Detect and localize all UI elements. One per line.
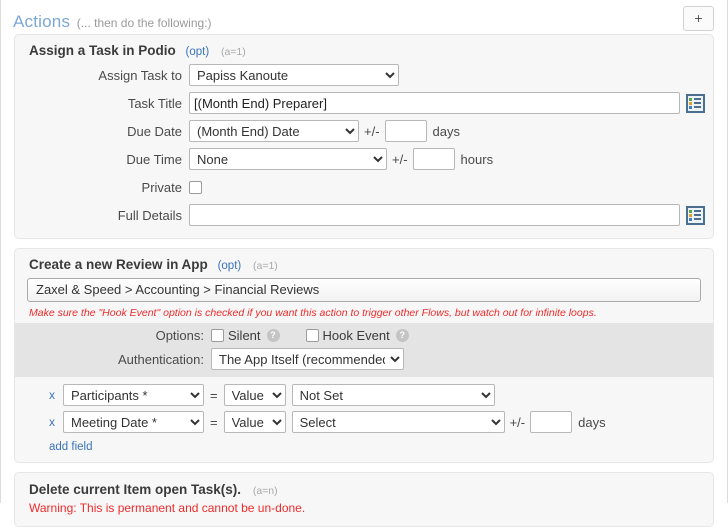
panel-assign-task-in-podio: Assign a Task in Podio (opt) (a=1) Assig… [14,34,714,239]
table-row: x Participants * = Value Not Set [15,384,713,411]
mapping-operator-select[interactable]: Value [223,411,286,433]
label-due-time: Due Time [126,151,182,167]
silent-checkbox[interactable] [211,329,224,342]
remove-field-icon[interactable]: x [49,415,57,429]
private-checkbox[interactable] [189,180,202,194]
panel-title-delete-tasks: Delete current Item open Task(s). (a=n) [15,473,713,499]
mapping-value-select[interactable]: Not Set [291,384,495,406]
mapping-field-select[interactable]: Meeting Date * [63,411,204,433]
mapping-field-select[interactable]: Participants * [63,384,204,406]
page-subtitle: (... then do the following:) [76,16,212,30]
page-title: Actions [13,12,71,31]
row-options: Options: Silent ? Hook Event ? [15,328,713,348]
silent-label: Silent [228,328,261,343]
add-field-link[interactable]: add field [15,439,92,460]
hook-event-warning: Make sure the "Hook Event" option is che… [29,307,597,319]
row-private: Private [15,176,713,204]
help-icon-silent[interactable]: ? [266,329,280,342]
label-full-details: Full Details [117,207,182,223]
panel-create-review-in-app: Create a new Review in App (opt) (a=1) Z… [14,248,714,463]
count-tag-assign-task: (a=1) [220,46,246,58]
row-due-date: Due Date (Month End) Date +/- days [15,120,713,148]
due-date-select[interactable]: (Month End) Date [189,120,359,142]
label-assign-task-to: Assign Task to [98,67,182,83]
count-tag-delete-tasks: (a=n) [252,485,278,497]
panel-delete-open-tasks: Delete current Item open Task(s). (a=n) … [14,472,714,527]
remove-field-icon[interactable]: x [49,388,57,402]
row-authentication: Authentication: The App Itself (recommen… [15,348,713,370]
due-date-unit: days [432,123,461,139]
actions-header: Actions (... then do the following:) + [1,0,727,34]
task-title-input[interactable] [189,92,680,114]
full-details-input[interactable] [189,204,680,226]
panel-title-text: Delete current Item open Task(s). [29,482,242,497]
row-full-details: Full Details [15,204,713,232]
hook-event-label: Hook Event [322,328,390,343]
panel-title-text: Assign a Task in Podio [29,43,176,58]
due-time-offset-input[interactable] [412,148,455,170]
due-time-plus-minus: +/- [392,151,408,167]
variable-picker-icon-task-title[interactable] [686,93,705,113]
help-icon-hook-event[interactable]: ? [395,329,409,342]
due-date-offset-input[interactable] [384,120,427,142]
variable-picker-icon-full-details[interactable] [686,205,705,225]
mapping-value-select[interactable]: Select [291,411,505,433]
label-authentication: Authentication: [117,351,204,367]
authentication-select[interactable]: The App Itself (recommended) [211,348,404,370]
assign-task-to-select[interactable]: Papiss Kanoute [189,64,399,86]
panel-title-create-review: Create a new Review in App (opt) (a=1) [15,249,713,278]
opt-link-assign-task[interactable]: (opt) [186,46,210,58]
option-hook-event: Hook Event ? [305,328,409,343]
action-panels: Assign a Task in Podio (opt) (a=1) Assig… [1,34,727,527]
row-assign-task-to: Assign Task to Papiss Kanoute [15,64,713,92]
app-select-wrapper: Zaxel & Speed > Accounting > Financial R… [27,278,701,302]
row-task-title: Task Title [15,92,713,120]
row-due-time: Due Time None +/- hours [15,148,713,176]
count-tag-create-review: (a=1) [253,260,278,272]
due-time-select[interactable]: None [189,148,387,170]
label-task-title: Task Title [127,95,182,111]
app-path-select[interactable]: Zaxel & Speed > Accounting > Financial R… [27,278,701,302]
mapping-plus-minus: +/- [509,414,526,430]
label-due-date: Due Date [127,123,182,139]
option-silent: Silent ? [211,328,280,343]
panel-title-assign-task: Assign a Task in Podio (opt) (a=1) [15,35,713,64]
hook-event-checkbox[interactable] [305,329,319,342]
equals-sign: = [210,387,218,403]
mapping-offset-input[interactable] [530,411,573,433]
app-path-value: Zaxel & Speed > Accounting > Financial R… [36,282,320,297]
table-row: x Meeting Date * = Value Select +/- days [15,411,713,438]
actions-page: Actions (... then do the following:) + A… [0,0,728,527]
due-time-unit: hours [460,151,494,167]
opt-link-create-review[interactable]: (opt) [218,260,242,272]
panel-title-text: Create a new Review in App [29,257,208,272]
field-mapping-area: x Participants * = Value Not Set x Meeti… [15,377,713,462]
add-action-button[interactable]: + [683,6,714,31]
options-band: Options: Silent ? Hook Event ? Authentic… [15,323,713,377]
label-private: Private [141,179,182,195]
delete-warning-text: Warning: This is permanent and cannot be… [29,501,306,515]
mapping-offset-unit: days [578,414,606,430]
label-options: Options: [155,328,204,343]
due-date-plus-minus: +/- [364,123,380,139]
equals-sign: = [210,414,218,430]
mapping-operator-select[interactable]: Value [223,384,286,406]
